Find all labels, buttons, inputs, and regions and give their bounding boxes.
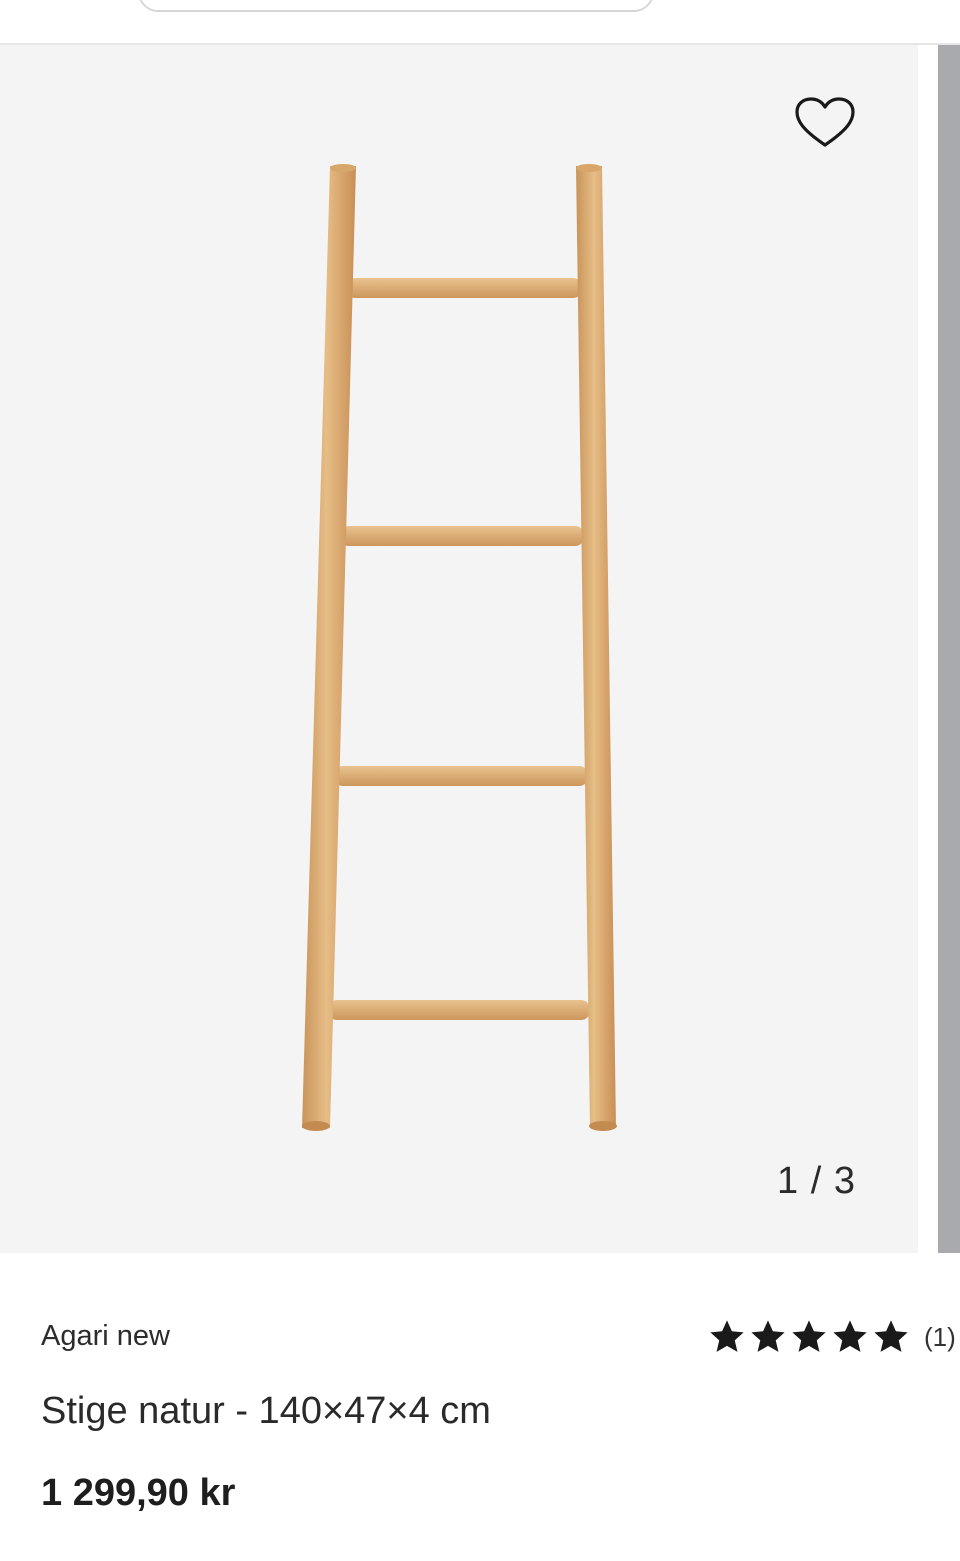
search-field[interactable] bbox=[138, 0, 654, 12]
product-brand[interactable]: Agari new bbox=[41, 1320, 170, 1353]
product-title[interactable]: Stige natur - 140×47×4 cm bbox=[41, 1390, 491, 1433]
product-image-ladder bbox=[302, 164, 617, 1131]
heart-outline-icon[interactable] bbox=[794, 96, 856, 150]
star-icon bbox=[792, 1320, 826, 1352]
product-rating[interactable]: (1) bbox=[708, 1318, 956, 1356]
rating-stars bbox=[708, 1318, 910, 1356]
product-price: 1 299,90 kr bbox=[41, 1472, 236, 1514]
star-icon bbox=[710, 1320, 744, 1352]
image-counter: 1 / 3 bbox=[777, 1160, 856, 1202]
star-icon bbox=[751, 1320, 785, 1352]
star-icon bbox=[833, 1320, 867, 1352]
star-icon bbox=[874, 1320, 908, 1352]
top-bar bbox=[0, 0, 960, 45]
review-count: (1) bbox=[924, 1321, 956, 1352]
next-image-peek[interactable] bbox=[938, 45, 960, 1253]
